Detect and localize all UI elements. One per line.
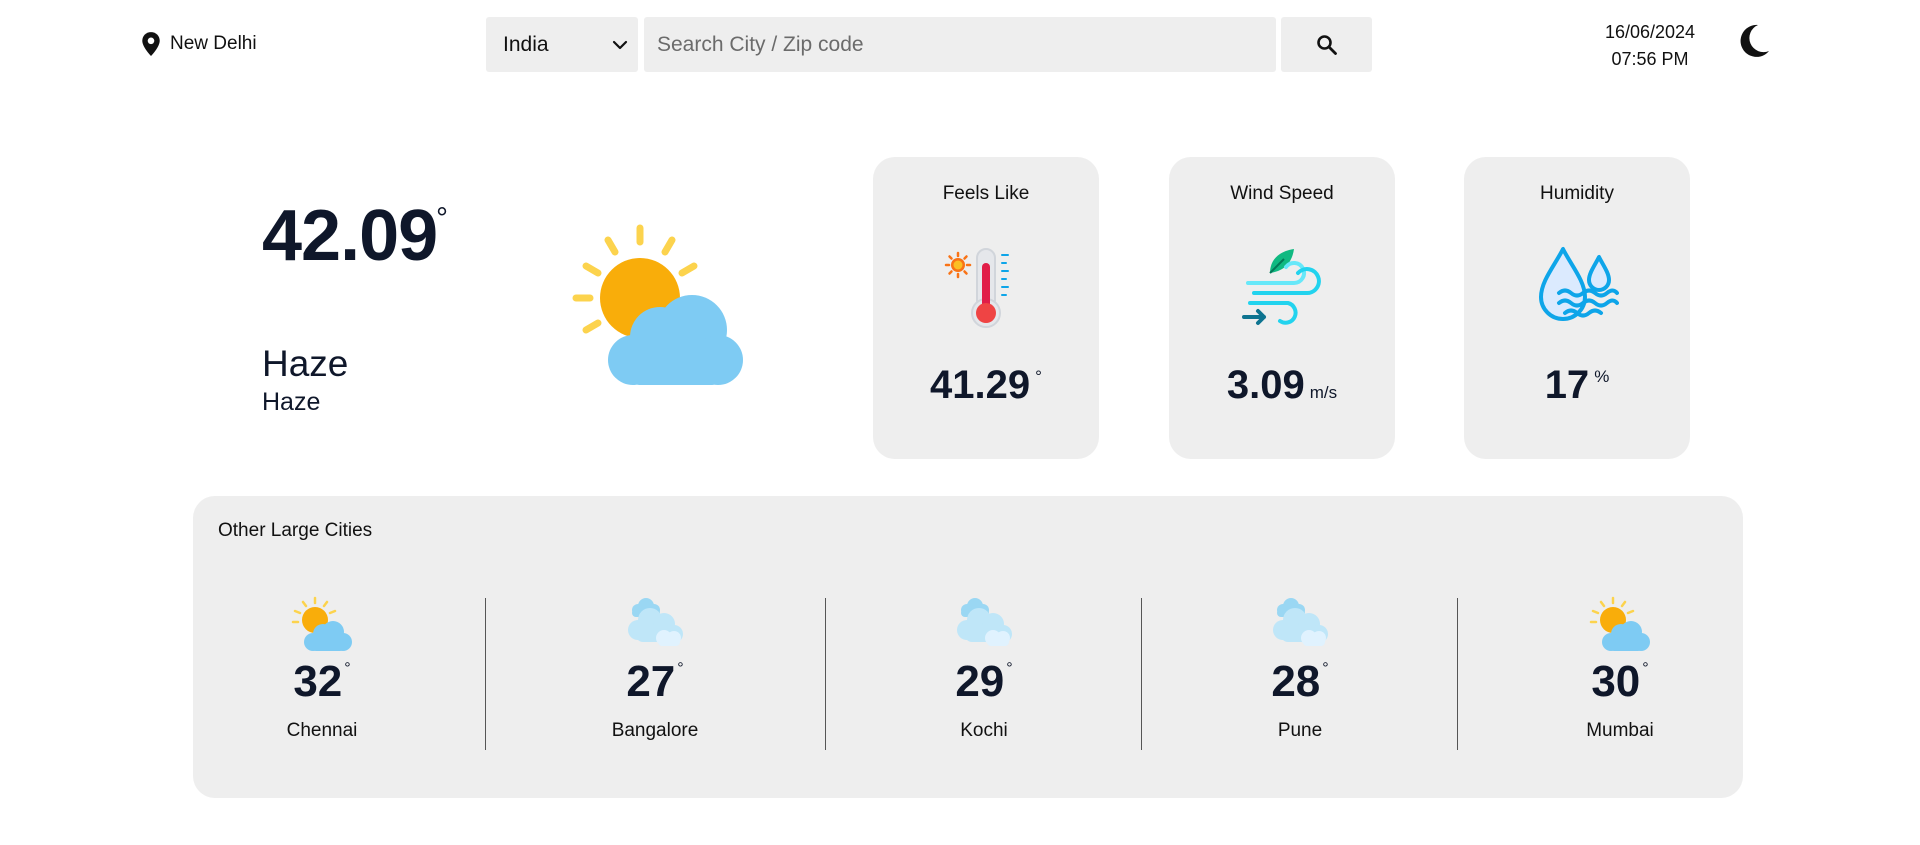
current-time: 07:56 PM (1611, 49, 1689, 69)
humidity-unit: % (1594, 367, 1610, 386)
stat-title: Humidity (1540, 183, 1614, 204)
city-degree-symbol: ° (677, 660, 684, 677)
city-temp-group: 28 ° (1200, 660, 1400, 704)
city-name: Chennai (286, 720, 358, 741)
city-divider (825, 598, 826, 750)
wind-icon (1242, 249, 1321, 325)
stat-value-group: 3.09 m/s (1169, 365, 1395, 405)
search-button[interactable] (1281, 17, 1372, 72)
search-icon (1316, 34, 1337, 55)
sun-cloud-icon (291, 596, 352, 651)
city-temp-group: 32 ° (222, 660, 422, 704)
city-name: Mumbai (1586, 720, 1654, 741)
current-condition: Haze (262, 343, 349, 384)
city-name: Bangalore (611, 720, 699, 741)
feels-like-card: Feels Like 41.29 ° (873, 157, 1099, 459)
city-temperature: 30 (1591, 657, 1641, 706)
current-date: 16/06/2024 (1604, 22, 1696, 42)
city-card-mumbai[interactable]: 30 ° Mumbai (1520, 596, 1720, 746)
city-temperature: 28 (1271, 657, 1321, 706)
clouds-icon (628, 598, 683, 646)
humidity-card: Humidity 17 % (1464, 157, 1690, 459)
feels-like-value: 41.29 (930, 363, 1031, 407)
city-divider (485, 598, 486, 750)
sun-cloud-icon (572, 224, 743, 385)
city-card-chennai[interactable]: 32 ° Chennai (222, 596, 422, 746)
moon-icon (1740, 24, 1769, 57)
wind-speed-card: Wind Speed 3.09 m/s (1169, 157, 1395, 459)
city-temperature: 29 (955, 657, 1005, 706)
city-temp-group: 30 ° (1520, 660, 1720, 704)
country-select[interactable]: India (486, 17, 638, 72)
city-temp-group: 29 ° (884, 660, 1084, 704)
stat-value-group: 41.29 ° (873, 365, 1099, 405)
stat-title: Wind Speed (1230, 183, 1334, 204)
chevron-down-icon (612, 40, 628, 49)
other-cities-panel: Other Large Cities 32 ° Chennai 27 ° Ban… (193, 496, 1743, 798)
city-degree-symbol: ° (1322, 660, 1329, 677)
city-card-pune[interactable]: 28 ° Pune (1200, 596, 1400, 746)
clouds-icon (1273, 598, 1328, 646)
other-cities-title: Other Large Cities (218, 520, 373, 541)
current-degree-symbol: ° (436, 202, 448, 235)
stat-title: Feels Like (942, 183, 1030, 204)
city-degree-symbol: ° (1642, 660, 1649, 677)
date-time: 16/06/2024 07:56 PM (1590, 19, 1710, 73)
thermometer-icon (944, 248, 1009, 328)
country-select-value: India (503, 32, 549, 56)
city-card-bangalore[interactable]: 27 ° Bangalore (555, 596, 755, 746)
city-divider (1141, 598, 1142, 750)
city-temp-group: 27 ° (555, 660, 755, 704)
city-temperature: 27 (626, 657, 676, 706)
theme-toggle-button[interactable] (1736, 22, 1772, 60)
city-temperature: 32 (293, 657, 343, 706)
wind-speed-unit: m/s (1309, 383, 1338, 402)
map-pin-icon (142, 32, 160, 56)
city-card-kochi[interactable]: 29 ° Kochi (884, 596, 1084, 746)
city-divider (1457, 598, 1458, 750)
current-temperature: 42.09 (262, 196, 438, 276)
feels-like-unit: ° (1035, 367, 1042, 386)
city-degree-symbol: ° (1006, 660, 1013, 677)
current-location: New Delhi (140, 30, 257, 58)
wind-speed-value: 3.09 (1226, 363, 1305, 407)
humidity-icon (1539, 247, 1619, 321)
city-name: Pune (1277, 720, 1323, 741)
clouds-icon (957, 598, 1012, 646)
city-name: Kochi (960, 720, 1008, 741)
location-label: New Delhi (170, 33, 257, 54)
humidity-value: 17 (1544, 363, 1590, 407)
sun-cloud-icon (1589, 596, 1650, 651)
search-input[interactable] (644, 17, 1276, 72)
stat-value-group: 17 % (1464, 365, 1690, 405)
current-description: Haze (262, 388, 321, 416)
city-degree-symbol: ° (344, 660, 351, 677)
